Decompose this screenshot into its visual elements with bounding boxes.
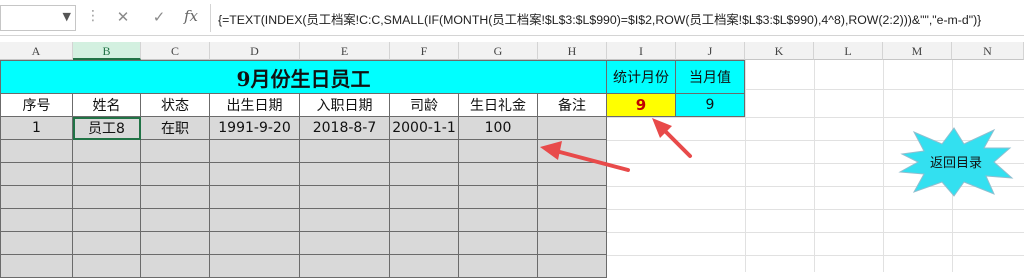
annotation-arrows (540, 118, 692, 172)
return-to-index-button[interactable]: 返回目录 (898, 126, 1014, 198)
return-button-label: 返回目录 (929, 156, 982, 171)
arrow-to-month (652, 118, 692, 158)
arrow-to-remark (540, 141, 630, 172)
